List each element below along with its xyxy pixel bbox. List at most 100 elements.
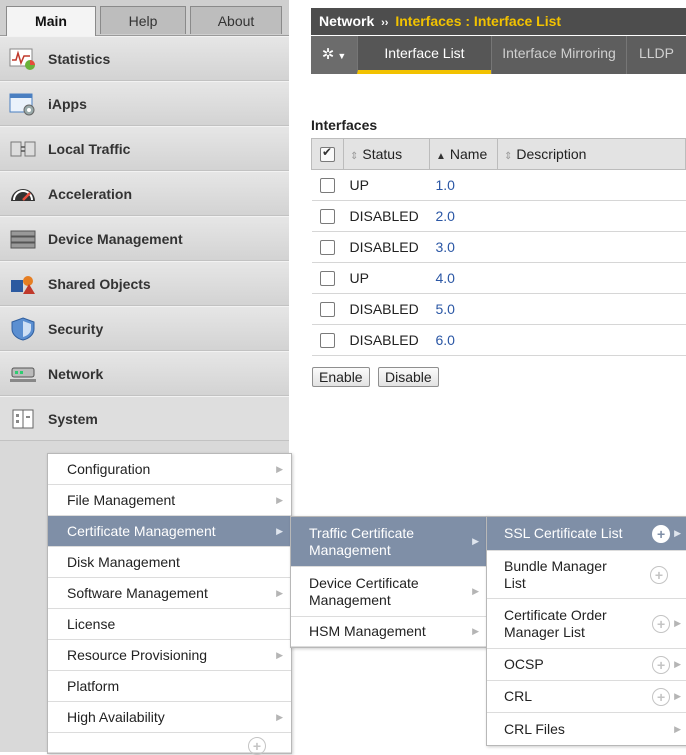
interface-name-link[interactable]: 4.0 bbox=[429, 262, 498, 294]
nav-item-security[interactable]: Security bbox=[0, 306, 289, 351]
nav-item-iapps[interactable]: iApps bbox=[0, 81, 289, 126]
status-cell: DISABLED bbox=[343, 324, 430, 356]
tab-interface-list[interactable]: Interface List bbox=[357, 36, 491, 74]
chevron-down-icon: ▼ bbox=[337, 51, 347, 61]
menu-item-certificate-management[interactable]: Certificate Management ▶ bbox=[48, 516, 291, 547]
row-checkbox[interactable] bbox=[319, 240, 335, 256]
nav-item-label: Device Management bbox=[48, 230, 183, 247]
menu-item-configuration[interactable]: Configuration ▶ bbox=[48, 454, 291, 485]
row-checkbox[interactable] bbox=[319, 302, 335, 318]
chevron-right-icon: ▶ bbox=[276, 525, 283, 536]
nav-item-label: Security bbox=[48, 320, 104, 337]
row-select-cell bbox=[311, 262, 344, 294]
add-icon[interactable]: + bbox=[652, 614, 671, 633]
menu-item-ocsp[interactable]: OCSP + ▶ bbox=[487, 649, 686, 681]
menu-item-crl[interactable]: CRL + ▶ bbox=[487, 681, 686, 713]
tab-about[interactable]: About bbox=[190, 6, 282, 34]
row-checkbox[interactable] bbox=[319, 271, 335, 287]
chevron-right-icon: ▶ bbox=[276, 463, 283, 474]
interface-name-link[interactable]: 1.0 bbox=[429, 169, 498, 201]
column-label: Status bbox=[362, 146, 403, 162]
menu-item-device-certificate-management[interactable]: Device Certificate Management ▶ bbox=[291, 567, 487, 617]
description-cell bbox=[497, 231, 686, 263]
menu-item-high-availability[interactable]: High Availability ▶ bbox=[48, 702, 291, 733]
menu-item-ssl-certificate-list[interactable]: SSL Certificate List + ▶ bbox=[487, 517, 686, 551]
menu-item-actions: + ▶ bbox=[652, 614, 681, 633]
row-checkbox[interactable] bbox=[319, 209, 335, 225]
gear-icon: ✲ bbox=[321, 46, 335, 63]
enable-button[interactable]: Enable bbox=[312, 367, 370, 387]
menu-item-crl-files[interactable]: CRL Files ▶ bbox=[487, 713, 686, 745]
nav-item-shared-objects[interactable]: Shared Objects bbox=[0, 261, 289, 306]
nav-item-acceleration[interactable]: Acceleration bbox=[0, 171, 289, 216]
device-management-icon bbox=[8, 226, 38, 252]
menu-item-actions: ▶ bbox=[674, 721, 681, 738]
menu-item-certificate-order-manager-list[interactable]: Certificate Order Manager List + ▶ bbox=[487, 599, 686, 649]
menu-item-resource-provisioning[interactable]: Resource Provisioning ▶ bbox=[48, 640, 291, 671]
menu-item-hsm-management[interactable]: HSM Management ▶ bbox=[291, 617, 487, 647]
menu-item-label: High Availability bbox=[67, 709, 165, 725]
breadcrumb: Network ›› Interfaces : Interface List bbox=[311, 8, 686, 35]
select-all-checkbox[interactable] bbox=[320, 145, 335, 163]
network-icon bbox=[8, 361, 38, 387]
menu-item-traffic-certificate-management[interactable]: Traffic Certificate Management ▶ bbox=[291, 517, 487, 567]
table-row: UP 1.0 bbox=[311, 169, 686, 201]
interface-name-link[interactable]: 2.0 bbox=[429, 200, 498, 232]
menu-item-label: Resource Provisioning bbox=[67, 647, 208, 663]
status-cell: DISABLED bbox=[343, 293, 430, 325]
interface-name-link[interactable]: 5.0 bbox=[429, 293, 498, 325]
settings-gear-menu[interactable]: ✲ ▼ bbox=[311, 36, 357, 74]
interface-name-link[interactable]: 6.0 bbox=[429, 324, 498, 356]
row-checkbox[interactable] bbox=[319, 333, 335, 349]
column-status[interactable]: ⇕ Status bbox=[343, 138, 430, 170]
chevron-right-icon: ▶ bbox=[472, 626, 479, 636]
add-icon[interactable]: + bbox=[652, 524, 671, 543]
tab-help[interactable]: Help bbox=[100, 6, 186, 34]
menu-item-label: Platform bbox=[67, 678, 120, 694]
table-row: UP 4.0 bbox=[311, 262, 686, 294]
nav-item-device-management[interactable]: Device Management bbox=[0, 216, 289, 261]
menu-item-software-management[interactable]: Software Management ▶ bbox=[48, 578, 291, 609]
menu-item-bundle-manager-list[interactable]: Bundle Manager List + bbox=[487, 551, 686, 599]
row-select-cell bbox=[311, 293, 344, 325]
tab-interface-mirroring[interactable]: Interface Mirroring bbox=[491, 36, 626, 74]
table-header-row: ⇕Status ▲Name ⇕Description bbox=[311, 138, 686, 170]
menu-item-license[interactable]: License bbox=[48, 609, 291, 640]
nav-item-local-traffic[interactable]: Local Traffic bbox=[0, 126, 289, 171]
nav-item-network[interactable]: Network bbox=[0, 351, 289, 396]
add-icon[interactable]: + bbox=[248, 737, 266, 755]
menu-item-platform[interactable]: Platform bbox=[48, 671, 291, 702]
nav-item-label: Network bbox=[48, 365, 104, 382]
disable-button[interactable]: Disable bbox=[378, 367, 439, 387]
tab-main[interactable]: Main bbox=[6, 6, 96, 36]
tab-lldp[interactable]: LLDP bbox=[626, 36, 686, 74]
column-name[interactable]: ▲ Name bbox=[429, 138, 498, 170]
interface-name-link[interactable]: 3.0 bbox=[429, 231, 498, 263]
add-icon[interactable]: + bbox=[652, 687, 671, 706]
column-label: Description bbox=[516, 146, 587, 162]
chevron-right-icon: ▶ bbox=[276, 711, 283, 722]
breadcrumb-root[interactable]: Network bbox=[319, 13, 374, 29]
description-cell bbox=[497, 262, 686, 294]
menu-item-partial[interactable]: + bbox=[48, 733, 291, 755]
ssl-submenu: SSL Certificate List + ▶ Bundle Manager L… bbox=[486, 516, 686, 746]
row-checkbox[interactable] bbox=[319, 178, 335, 194]
nav-item-system[interactable]: System bbox=[0, 396, 289, 441]
sort-ascending-icon: ▲ bbox=[436, 151, 446, 162]
nav-item-statistics[interactable]: Statistics bbox=[0, 36, 289, 81]
table-row: DISABLED 6.0 bbox=[311, 324, 686, 356]
column-description[interactable]: ⇕ Description bbox=[497, 138, 686, 170]
menu-item-label: OCSP bbox=[504, 656, 544, 672]
menu-item-label: CRL bbox=[504, 688, 533, 704]
menu-item-label: File Management bbox=[67, 492, 176, 508]
menu-item-label: CRL Files bbox=[504, 720, 565, 737]
chevron-right-icon: ▶ bbox=[674, 659, 681, 669]
description-cell bbox=[497, 324, 686, 356]
menu-item-file-management[interactable]: File Management ▶ bbox=[48, 485, 291, 516]
iapps-icon bbox=[8, 91, 38, 117]
menu-item-disk-management[interactable]: Disk Management bbox=[48, 547, 291, 578]
add-icon[interactable]: + bbox=[650, 565, 668, 584]
add-icon[interactable]: + bbox=[652, 655, 671, 674]
menu-item-label: Software Management bbox=[67, 585, 208, 601]
status-cell: UP bbox=[343, 169, 430, 201]
